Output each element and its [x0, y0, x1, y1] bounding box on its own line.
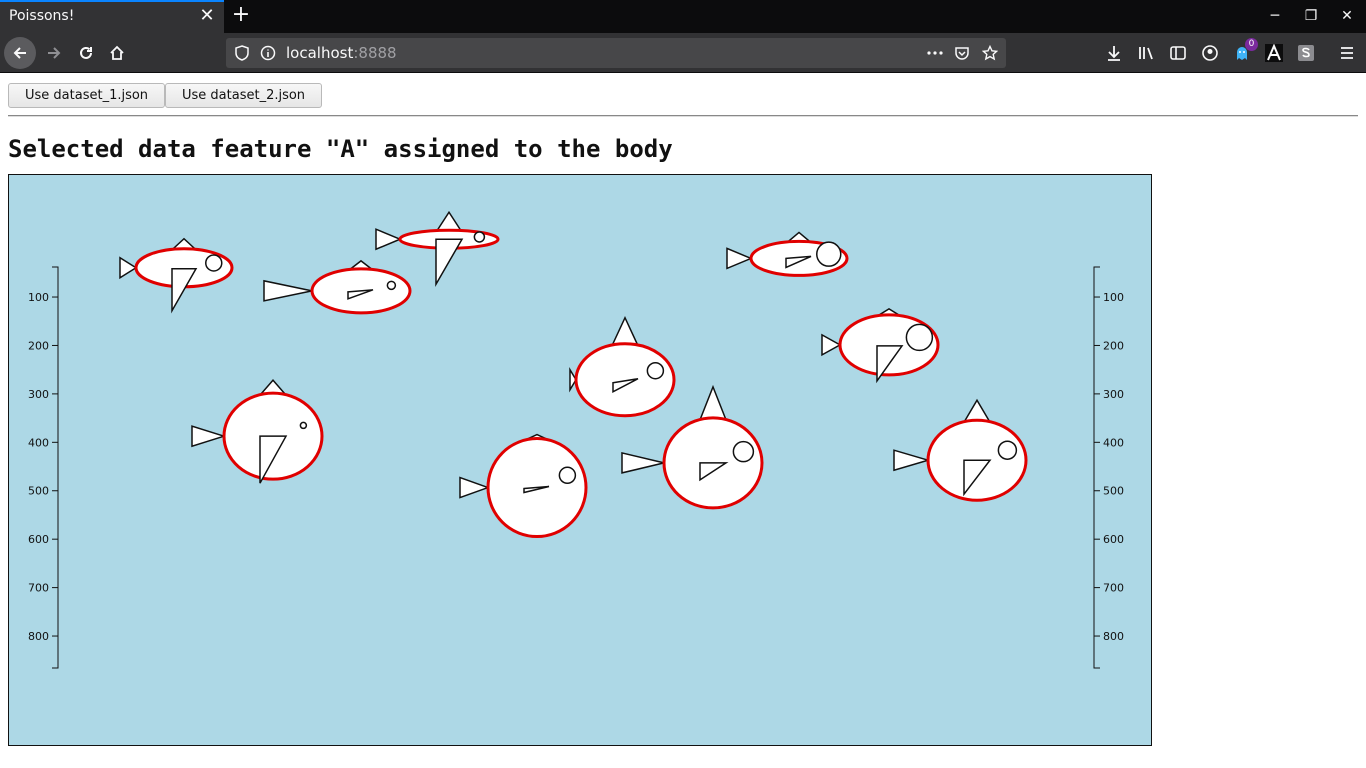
left-axis-tick-label: 300: [28, 388, 49, 401]
info-icon[interactable]: [260, 45, 276, 61]
reload-icon: [80, 46, 92, 59]
fish-eye: [558, 466, 577, 485]
fish-tail: [821, 333, 842, 357]
new-tab-icon[interactable]: +: [230, 4, 252, 26]
fish-tail: [375, 228, 402, 251]
restore-icon[interactable]: ❐: [1299, 6, 1323, 26]
forward-button[interactable]: [38, 37, 70, 69]
forward-arrow-icon: [48, 47, 61, 59]
left-axis-tick-label: 800: [28, 630, 49, 643]
fish-dorsal-fin: [698, 384, 728, 421]
fish-dorsal-fin: [610, 315, 640, 347]
fish-eye: [997, 440, 1018, 460]
download-icon[interactable]: [1105, 44, 1123, 62]
fish-tail: [621, 451, 665, 474]
fish-chart: 100 200 300 400 500 600 700 800 100 200 300 400 500 6…: [28, 210, 1124, 669]
fish-tail: [263, 279, 313, 302]
tab-strip: Poissons! ✕ + ─ ❐ ✕: [0, 0, 1366, 33]
fish: [119, 237, 234, 314]
left-axis-tick-label: 400: [28, 436, 49, 449]
stylus-extension-icon[interactable]: [1297, 44, 1315, 62]
fish-tail: [191, 425, 227, 448]
fish: [893, 398, 1028, 502]
right-axis-tick-label: 100: [1103, 291, 1124, 304]
sidebar-icon[interactable]: [1169, 44, 1187, 62]
reload-button[interactable]: [70, 37, 102, 69]
fish-eye: [205, 254, 223, 272]
home-button[interactable]: [101, 37, 133, 69]
fish-eye: [646, 361, 665, 380]
account-icon[interactable]: [1201, 44, 1219, 62]
right-axis-line: [1093, 266, 1100, 669]
left-axis-tick-label: 100: [28, 291, 49, 304]
fish-tail: [893, 449, 931, 472]
fish-body: [574, 342, 676, 418]
divider: [8, 115, 1358, 117]
page-title: Selected data feature "A" assigned to th…: [8, 135, 673, 163]
menu-icon[interactable]: [1338, 44, 1356, 62]
url-port: :8888: [353, 44, 397, 62]
fish-tail: [119, 256, 138, 280]
right-axis-tick-label: 200: [1103, 339, 1124, 352]
home-icon: [110, 45, 124, 60]
right-axis-tick-label: 600: [1103, 533, 1124, 546]
page-content: Use dataset_1.json Use dataset_2.json Se…: [0, 74, 1366, 768]
left-axis-tick-label: 600: [28, 533, 49, 546]
tab-title: Poissons!: [9, 8, 75, 24]
url-text[interactable]: localhost:8888: [286, 44, 397, 62]
fish: [191, 379, 324, 484]
close-window-icon[interactable]: ✕: [1335, 6, 1359, 26]
left-axis-line: [52, 266, 59, 669]
fish-eye: [473, 231, 486, 243]
fish-pectoral-fin: [435, 238, 464, 288]
library-icon[interactable]: [1137, 44, 1155, 62]
browser-tab[interactable]: Poissons! ✕: [0, 0, 224, 33]
left-axis-tick-label: 500: [28, 485, 49, 498]
fish-tail: [726, 247, 753, 270]
fish-canvas: 100 200 300 400 500 600 700 800 100 200 300 400 500 6…: [8, 174, 1152, 746]
right-axis-tick-label: 400: [1103, 436, 1124, 449]
url-bar[interactable]: localhost:8888: [226, 38, 1006, 68]
extension-badge: 0: [1245, 38, 1258, 51]
fish: [821, 308, 940, 384]
back-arrow-icon: [13, 47, 26, 59]
fish-eye: [732, 440, 755, 463]
right-axis-tick-label: 500: [1103, 485, 1124, 498]
fish: [263, 259, 412, 315]
fish: [569, 315, 676, 418]
fish: [459, 433, 588, 539]
left-axis-tick-label: 200: [28, 339, 49, 352]
fish-eye: [816, 241, 842, 267]
shield-icon[interactable]: [234, 45, 250, 61]
minimize-icon[interactable]: ─: [1263, 6, 1287, 26]
right-axis-tick-label: 800: [1103, 630, 1124, 643]
right-axis-tick-label: 300: [1103, 388, 1124, 401]
fish: [726, 231, 849, 277]
fish-eye: [386, 280, 397, 291]
right-axis-tick-label: 700: [1103, 582, 1124, 595]
use-dataset-1-button[interactable]: Use dataset_1.json: [8, 83, 166, 108]
fish-tail: [459, 476, 491, 499]
pocket-icon[interactable]: [954, 45, 970, 61]
more-actions-icon[interactable]: [926, 45, 944, 61]
bookmark-star-icon[interactable]: [982, 45, 998, 61]
back-button[interactable]: [4, 37, 36, 69]
fish-pectoral-fin: [171, 267, 198, 314]
close-tab-icon[interactable]: ✕: [198, 7, 216, 25]
left-axis-tick-label: 700: [28, 582, 49, 595]
navigation-toolbar: localhost:8888 0: [0, 33, 1366, 73]
url-host: localhost: [286, 44, 354, 62]
font-extension-icon[interactable]: [1265, 44, 1283, 62]
fish-eye: [299, 421, 308, 430]
fish-eye: [905, 323, 934, 352]
use-dataset-2-button[interactable]: Use dataset_2.json: [165, 83, 323, 108]
